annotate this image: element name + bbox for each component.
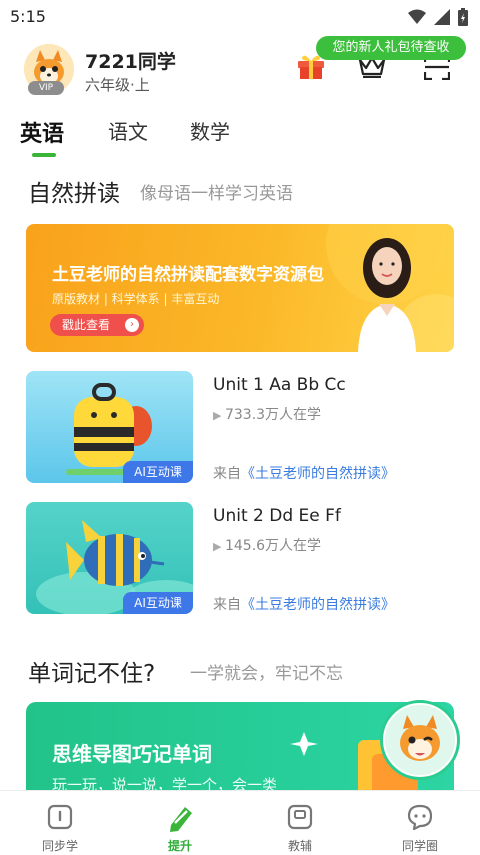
nav-label: 教辅 [287,839,312,853]
nav-label: 提升 [167,839,192,853]
course-thumbnail[interactable]: AI互动课 [26,371,193,483]
gift-tooltip[interactable]: 您的新人礼包待查收 [316,36,466,60]
course-source: 来自《土豆老师的自然拼读》 [213,463,395,483]
vip-badge: VIP [28,81,64,95]
course-learners: ▶ 145.6万人在学 [213,535,321,555]
subject-tabs: 英语 语文 数学 [0,110,480,160]
battery-icon [458,8,468,26]
learner-count: 733.3万人在学 [224,407,322,423]
source-prefix: 来自 [213,597,241,613]
ai-course-badge: AI互动课 [123,461,193,483]
course-thumbnail[interactable]: AI互动课 [26,502,193,614]
banner-view-button[interactable]: 戳此查看 › [50,314,144,336]
vocab-section-subtitle: 一学就会，牢记不忘 [190,664,343,684]
bottom-nav: 同步学 提升 教辅 同学圈 [0,790,480,855]
phonics-resource-banner[interactable]: 土豆老师的自然拼读配套数字资源包 原版教材 | 科学体系 | 丰富互动 戳此查看… [26,224,454,352]
banner-features: 原版教材 | 科学体系 | 丰富互动 [52,292,220,306]
status-icons [408,8,468,26]
source-prefix: 来自 [213,466,241,482]
user-grade[interactable]: 六年级·上 [85,74,150,95]
learner-count: 145.6万人在学 [224,538,322,554]
tab-chinese[interactable]: 语文 [108,116,148,145]
course-source: 来自《土豆老师的自然拼读》 [213,594,395,614]
profile-header: VIP 7221同学 六年级·上 您的新人礼包待查收 [0,34,480,104]
nav-label: 同学圈 [401,839,438,853]
user-name[interactable]: 7221同学 [85,47,176,74]
nav-item-sync-learning[interactable]: 同步学 [0,791,120,855]
phonics-section-title: 自然拼读 [28,181,120,207]
banner-cta-label: 戳此查看 [62,318,111,332]
course-card[interactable]: AI互动课 Unit 2 Dd Ee Ff ▶ 145.6万人在学 来自《土豆老… [26,502,454,614]
mindmap-title: 思维导图巧记单词 [52,742,212,766]
signal-icon [434,9,450,25]
nav-item-classmates[interactable]: 同学圈 [360,791,480,855]
nav-label: 同步学 [41,839,78,853]
nav-item-improve[interactable]: 提升 [120,791,240,855]
status-bar: 5:15 [0,0,480,34]
vocab-section-title: 单词记不住? [28,661,156,687]
ai-course-badge: AI互动课 [123,592,193,614]
banner-title: 土豆老师的自然拼读配套数字资源包 [52,265,324,285]
phonics-section-subtitle: 像母语一样学习英语 [140,184,293,204]
nav-item-tutoring[interactable]: 教辅 [240,791,360,855]
source-link[interactable]: 《土豆老师的自然拼读》 [241,466,395,482]
chevron-right-icon: › [125,318,139,332]
floating-mascot-button[interactable] [380,700,460,780]
tab-indicator [32,153,56,157]
pencil-icon [170,807,192,832]
tab-english[interactable]: 英语 [20,116,64,148]
course-title[interactable]: Unit 2 Dd Ee Ff [213,506,341,526]
book-icon [47,804,73,830]
squirrel-mascot-icon [385,705,455,775]
play-icon: ▶ [213,540,225,553]
course-title[interactable]: Unit 1 Aa Bb Cc [213,375,346,395]
play-icon: ▶ [213,409,225,422]
tab-math[interactable]: 数学 [190,116,230,145]
teacher-illustration [358,238,416,352]
course-card[interactable]: AI互动课 Unit 1 Aa Bb Cc ▶ 733.3万人在学 来自《土豆老… [26,371,454,483]
chat-bubble-icon [407,804,433,831]
wifi-icon [408,9,426,24]
course-learners: ▶ 733.3万人在学 [213,404,321,424]
source-link[interactable]: 《土豆老师的自然拼读》 [241,597,395,613]
status-time: 5:15 [10,7,46,26]
notebook-icon [287,804,313,830]
